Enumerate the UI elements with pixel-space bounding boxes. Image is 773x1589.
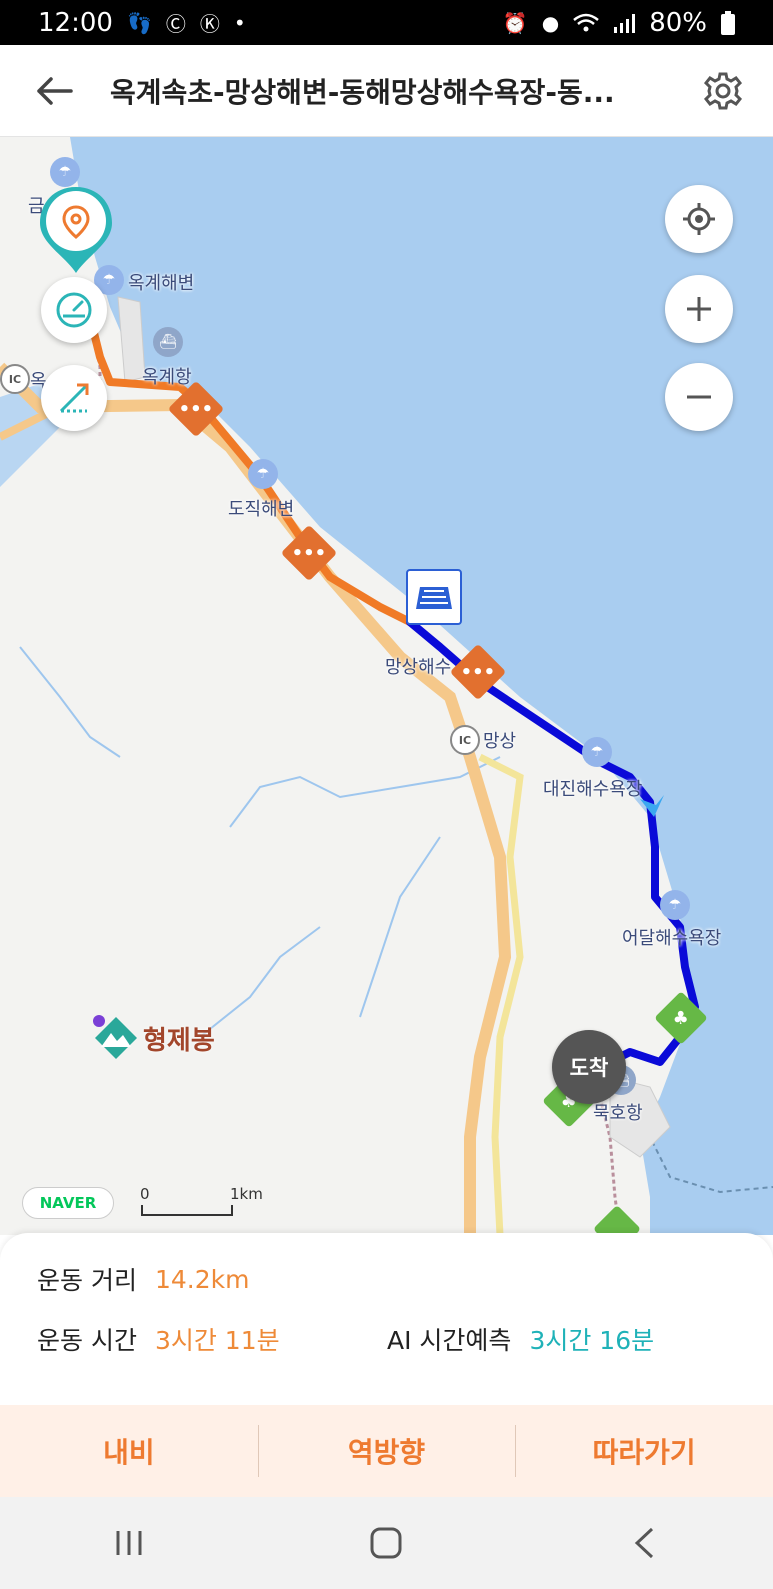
crosshair-icon	[683, 203, 715, 235]
arrival-label: 도착	[569, 1056, 609, 1080]
navi-button[interactable]: 내비	[0, 1405, 258, 1497]
distance-value: 14.2km	[154, 1264, 250, 1294]
ai-estimate-row: AI 시간예측 3시간 16분	[387, 1321, 654, 1357]
ic-badge-mangsang: IC	[450, 725, 480, 755]
battery-percent: 80%	[649, 7, 707, 38]
status-bar: 12:00 👣 Ⓒ Ⓚ • ⏰ ● 80%	[0, 0, 773, 45]
page-title: 옥계속초-망상해변-동해망상해수욕장-동...	[110, 75, 615, 109]
scale-end: 1km	[230, 1185, 263, 1203]
elevation-fab[interactable]	[41, 365, 107, 431]
action-bar: 내비 역방향 따라가기	[0, 1405, 773, 1497]
map-pin-icon	[62, 205, 90, 239]
elevation-icon	[59, 383, 89, 413]
minus-icon	[687, 395, 711, 399]
stream-2	[359, 836, 441, 1018]
label-mangsang-beach: 망상해수	[385, 657, 452, 678]
ic-text: IC	[458, 733, 472, 747]
k-icon: Ⓚ	[199, 12, 220, 36]
scale-start: 0	[140, 1185, 150, 1203]
dots-icon: •••	[460, 661, 496, 683]
ai-estimate-label: AI 시간예측	[387, 1326, 512, 1355]
ai-estimate-value: 3시간 16분	[529, 1326, 655, 1355]
mountain-icon	[93, 1015, 137, 1059]
status-right: ⏰ ● 80%	[503, 8, 735, 38]
label-okgye-beach: 옥계해변	[128, 273, 195, 294]
steps-icon: 👣	[126, 10, 152, 35]
zoom-out-button[interactable]	[665, 363, 733, 431]
tree-icon: ♣	[672, 1007, 690, 1029]
settings-button[interactable]	[673, 45, 773, 137]
stream-1	[229, 756, 501, 828]
beach-poi-dojik[interactable]: ☂	[248, 459, 278, 489]
app-header: 옥계속초-망상해변-동해망상해수욕장-동...	[0, 45, 773, 137]
arrival-marker[interactable]: 도착	[552, 1030, 626, 1104]
current-position-marker[interactable]	[406, 569, 462, 625]
beach-poi-daejin[interactable]: ☂	[582, 737, 612, 767]
label-hyeongjebong: 형제봉	[143, 1025, 215, 1056]
home-icon	[370, 1527, 402, 1559]
dots-icon: •••	[178, 398, 214, 420]
location-pin-fab[interactable]	[38, 185, 114, 275]
label-mukho-port: 묵호항	[593, 1103, 643, 1124]
label-dojik-beach: 도직해변	[228, 499, 295, 520]
map-base	[0, 137, 773, 1235]
distance-label: 운동 거리	[37, 1266, 137, 1295]
wifi-icon	[573, 13, 600, 31]
plus-icon	[687, 297, 711, 321]
scale-bar	[141, 1205, 233, 1216]
beach-poi-eodal[interactable]: ☂	[660, 890, 690, 920]
label-eodal-beach: 어달해수욕장	[622, 928, 722, 949]
c-icon: Ⓒ	[165, 12, 186, 36]
system-back-button[interactable]	[599, 1513, 689, 1573]
alarm-icon: ⏰	[502, 10, 528, 35]
route-map[interactable]: ☂ 금 ☂ 옥계해변 ⛴ 옥계항 IC 옥 ☂ 도직해변 망상해수 IC 망상 …	[0, 137, 773, 1235]
arrow-left-icon	[37, 76, 73, 105]
stream-4	[199, 926, 321, 1038]
port-poi-okgye[interactable]: ⛴	[153, 327, 183, 357]
my-location-button[interactable]	[665, 185, 733, 253]
beach-poi-top[interactable]: ☂	[50, 157, 80, 187]
zoom-in-button[interactable]	[665, 275, 733, 343]
map-scale: 0 1km	[140, 1185, 263, 1216]
speedometer-fab[interactable]	[41, 277, 107, 343]
system-nav-bar	[0, 1497, 773, 1589]
distance-row: 운동 거리 14.2km	[37, 1261, 249, 1297]
ic-text: IC	[8, 372, 22, 386]
recent-apps-icon	[116, 1531, 142, 1555]
okgye-pier	[117, 296, 146, 383]
signal-icon	[614, 13, 636, 33]
recent-apps-button[interactable]	[84, 1513, 174, 1573]
speedometer-icon	[56, 292, 92, 328]
time-label: 운동 시간	[37, 1326, 137, 1355]
dot-icon: •	[233, 10, 246, 35]
ic-badge-okgye: IC	[0, 364, 30, 394]
location-icon: ●	[541, 10, 560, 35]
naver-logo: NAVER	[22, 1187, 114, 1219]
back-button[interactable]	[0, 45, 110, 137]
home-button[interactable]	[341, 1513, 431, 1573]
battery-icon	[721, 10, 735, 35]
status-left: 12:00 👣 Ⓒ Ⓚ •	[38, 8, 246, 38]
status-time: 12:00	[38, 7, 113, 38]
peak-poi[interactable]: 형제봉	[93, 1015, 215, 1061]
dots-icon: •••	[291, 542, 327, 564]
reverse-button[interactable]: 역방향	[257, 1405, 516, 1497]
bridge-icon	[416, 587, 452, 609]
stats-panel: 운동 거리 14.2km 운동 시간 3시간 11분 AI 시간예측 3시간 1…	[0, 1233, 773, 1405]
gear-icon	[703, 72, 743, 109]
label-okgye-port: 옥계항	[142, 367, 192, 388]
chevron-left-icon	[634, 1527, 654, 1559]
label-daejin-beach: 대진해수욕장	[543, 779, 643, 800]
stream-3	[19, 646, 121, 758]
label-mangsang-ic: 망상	[483, 731, 517, 752]
time-value: 3시간 11분	[154, 1326, 280, 1355]
time-row: 운동 시간 3시간 11분	[37, 1321, 280, 1357]
follow-button[interactable]: 따라가기	[515, 1405, 773, 1497]
